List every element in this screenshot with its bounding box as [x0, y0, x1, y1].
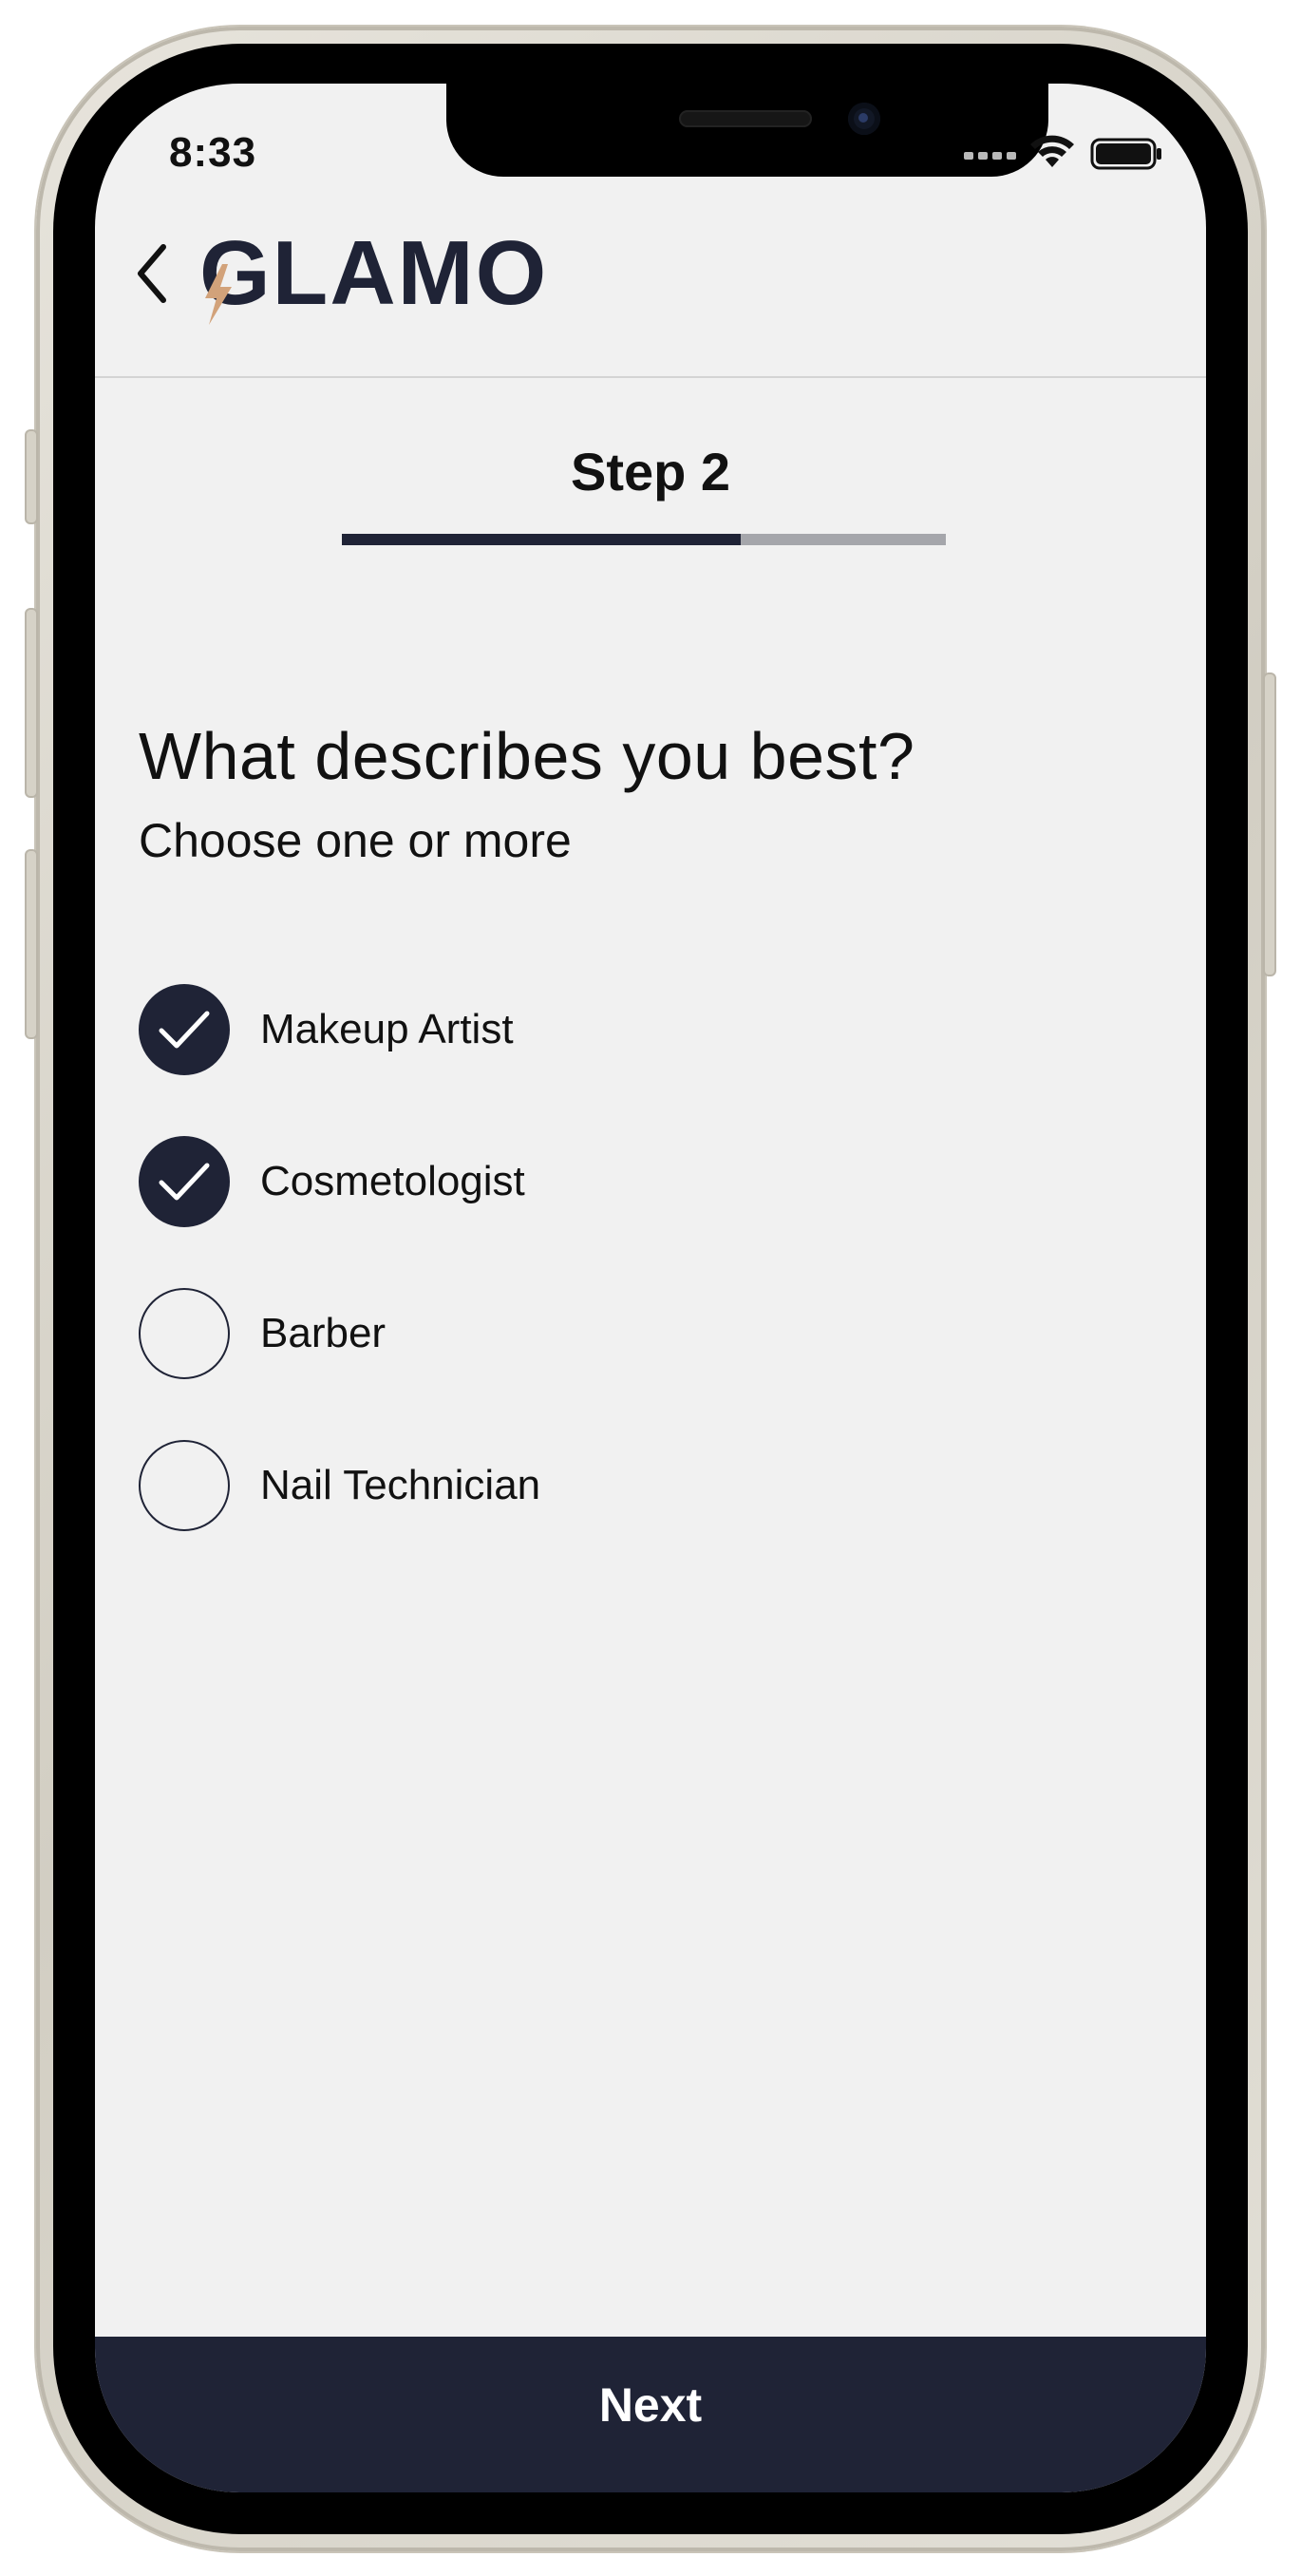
glamo-logo: GLAMO: [199, 222, 549, 324]
option-barber[interactable]: Barber: [139, 1288, 993, 1379]
step-progress-fill: [342, 534, 741, 545]
option-cosmetologist[interactable]: Cosmetologist: [139, 1136, 993, 1227]
status-time: 8:33: [169, 129, 257, 176]
checkbox-makeup-artist[interactable]: [139, 984, 230, 1075]
question-subtitle: Choose one or more: [139, 814, 572, 867]
header-divider: [95, 376, 1206, 378]
checkmark-icon: [159, 1011, 210, 1049]
checkbox-barber[interactable]: [139, 1288, 230, 1379]
step-title: Step 2: [570, 442, 731, 502]
lightning-bolt-icon: [205, 264, 232, 325]
option-makeup-artist[interactable]: Makeup Artist: [139, 984, 993, 1075]
option-nail-technician[interactable]: Nail Technician: [139, 1440, 993, 1531]
question-title: What describes you best?: [139, 719, 915, 793]
notch: [446, 84, 1048, 177]
checkbox-nail-technician[interactable]: [139, 1440, 230, 1531]
option-label: Cosmetologist: [260, 1158, 525, 1204]
device-volume-up: [25, 608, 38, 798]
step-progress-bar: [342, 534, 946, 545]
front-camera: [848, 103, 880, 135]
battery-icon: [1090, 138, 1161, 170]
option-label: Nail Technician: [260, 1462, 541, 1508]
device-silent-switch: [25, 429, 38, 524]
device-power-button: [1263, 672, 1276, 976]
cellular-signal-icon: [964, 152, 1016, 160]
earpiece-speaker: [679, 110, 812, 127]
next-button[interactable]: Next: [95, 2337, 1206, 2492]
option-label: Barber: [260, 1310, 387, 1356]
wifi-icon: [1030, 135, 1074, 167]
option-label: Makeup Artist: [260, 1006, 514, 1052]
checkbox-cosmetologist[interactable]: [139, 1136, 230, 1227]
app-screen: 8:33 GLAMO Step 2 What describes you bes…: [95, 84, 1206, 2492]
checkmark-icon: [159, 1163, 210, 1201]
device-volume-down: [25, 849, 38, 1039]
back-chevron-icon[interactable]: [123, 236, 180, 312]
